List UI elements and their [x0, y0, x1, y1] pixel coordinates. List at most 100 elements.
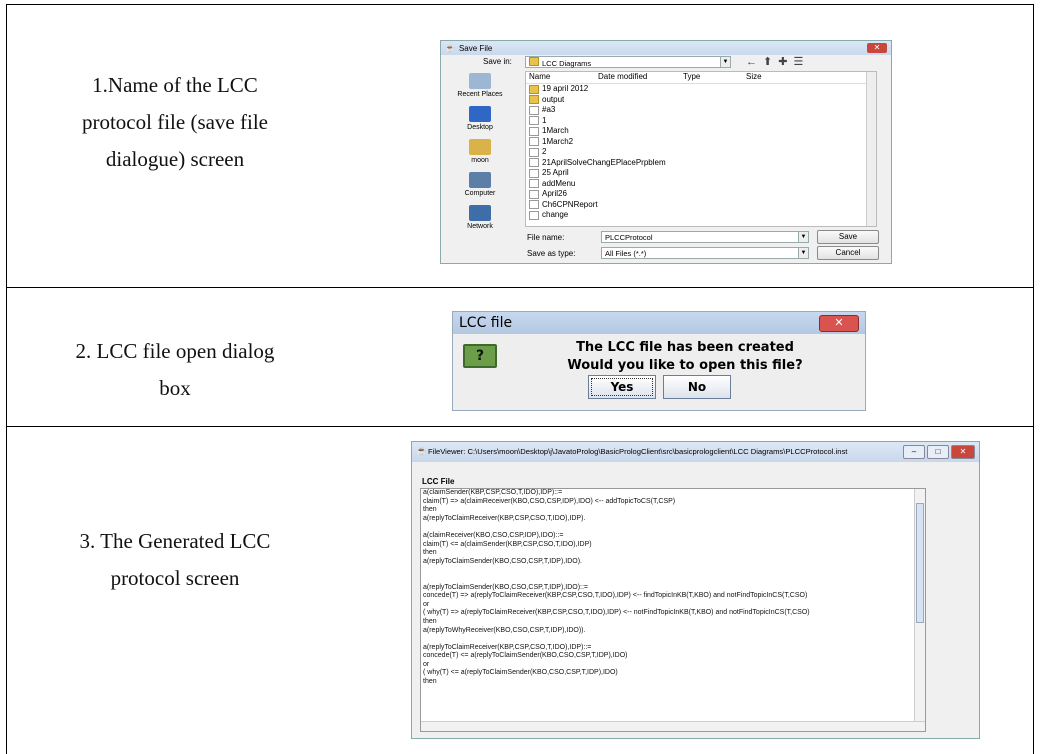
close-button[interactable]: ✕	[951, 445, 975, 459]
file-icon	[529, 137, 539, 147]
yes-button[interactable]: Yes	[588, 375, 656, 399]
save-in-select[interactable]: LCC Diagrams ▼	[525, 56, 731, 68]
file-list-item[interactable]: 1	[526, 116, 876, 127]
code-line: concede(T) => a(replyToClaimReceiver(KBP…	[423, 592, 808, 600]
java-icon: ☕	[445, 43, 455, 53]
file-icon	[529, 116, 539, 126]
scroll-thumb[interactable]	[916, 503, 924, 623]
file-list-item[interactable]: #a3	[526, 105, 876, 116]
file-viewer-window: FileViewer: C:\Users\moon\Desktop\j\Java…	[411, 441, 980, 739]
file-list-item[interactable]: output	[526, 95, 876, 106]
file-list-item[interactable]: 2	[526, 147, 876, 158]
lcc-file-dialog: LCC file ✕ ? The LCC file has been creat…	[452, 311, 866, 411]
row-divider	[7, 287, 1033, 288]
file-name: 25 April	[542, 168, 569, 177]
cancel-button[interactable]: Cancel	[817, 246, 879, 260]
file-list-item[interactable]: 19 april 2012	[526, 84, 876, 95]
code-textarea[interactable]: a(claimSender(KBP,CSP,CSO,T,IDO),IDP)::=…	[420, 488, 926, 732]
row2-description: 2. LCC file open dialog box	[30, 333, 320, 407]
chevron-down-icon: ▼	[798, 248, 808, 258]
file-icon	[529, 179, 539, 189]
folder-icon	[529, 95, 539, 105]
close-button[interactable]: ✕	[867, 43, 887, 53]
text-line: dialogue) screen	[105, 147, 245, 171]
row3-description: 3. The Generated LCC protocol screen	[30, 523, 320, 597]
file-icon	[529, 147, 539, 157]
file-name: 1March2	[542, 136, 574, 146]
toolbar-icons[interactable]: ←⬆✚☰	[746, 55, 809, 68]
code-line: claim(T) <= a(claimSender(KBP,CSP,CSO,T,…	[423, 540, 592, 548]
minimize-button[interactable]: –	[903, 445, 925, 459]
place-desktop[interactable]: Desktop	[445, 106, 515, 131]
file-name: 19 april 2012	[542, 84, 589, 93]
viewer-titlebar: FileViewer: C:\Users\moon\Desktop\j\Java…	[412, 442, 979, 462]
file-icon	[529, 105, 539, 115]
code-line: a(claimReceiver(KBO,CSO,CSP,IDP),IDO)::=	[423, 531, 564, 539]
code-line: then	[423, 506, 437, 514]
file-icon	[529, 168, 539, 178]
section-label: LCC File	[422, 477, 455, 486]
up-folder-icon[interactable]: ⬆	[763, 56, 778, 68]
file-list-item[interactable]: addMenu	[526, 179, 876, 190]
file-icon	[529, 210, 539, 220]
folder-icon	[529, 57, 539, 66]
chevron-down-icon: ▼	[720, 57, 730, 67]
file-name: Ch6CPNReport	[542, 199, 598, 209]
view-menu-icon[interactable]: ☰	[793, 56, 809, 68]
text-line: box	[159, 376, 191, 400]
code-line: concede(T) <= a(replyToClaimSender(KBO,C…	[423, 652, 628, 660]
save-in-value: LCC Diagrams	[542, 59, 592, 68]
column-type[interactable]: Type	[680, 72, 743, 83]
column-size[interactable]: Size	[743, 72, 806, 83]
file-list-item[interactable]: change	[526, 210, 876, 221]
save-as-type-select[interactable]: All Files (*.*) ▼	[601, 247, 809, 259]
horizontal-scrollbar[interactable]	[421, 721, 925, 731]
file-name: April26	[542, 189, 567, 198]
file-name-input[interactable]: PLCCProtocol ▼	[601, 231, 809, 243]
maximize-button[interactable]: □	[927, 445, 949, 459]
file-list-item[interactable]: April26	[526, 189, 876, 200]
code-line: a(replyToWhyReceiver(KBO,CSO,CSP,T,IDP),…	[423, 626, 586, 634]
file-icon	[529, 200, 539, 210]
save-button[interactable]: Save	[817, 230, 879, 244]
place-computer[interactable]: Computer	[445, 172, 515, 197]
file-list-item[interactable]: 25 April	[526, 168, 876, 179]
place-user[interactable]: moon	[445, 139, 515, 164]
code-line: or	[423, 600, 430, 608]
file-list-item[interactable]: Ch6CPNReport	[526, 200, 876, 211]
vertical-scrollbar[interactable]	[914, 489, 925, 731]
java-icon: ☕	[416, 446, 428, 456]
code-line: ( why(T) => a(replyToClaimReceiver(KBP,C…	[423, 609, 810, 617]
column-date[interactable]: Date modified	[595, 72, 680, 83]
file-name: 1	[542, 115, 547, 125]
close-icon: ✕	[873, 43, 881, 52]
code-line: then	[423, 678, 437, 686]
file-list[interactable]: Name Date modified Type Size 19 april 20…	[525, 71, 877, 227]
code-line: a(claimSender(KBP,CSP,CSO,T,IDO),IDP)::=	[423, 489, 563, 496]
file-list-item[interactable]: 1March2	[526, 137, 876, 148]
window-title: FileViewer: C:\Users\moon\Desktop\j\Java…	[428, 447, 848, 456]
place-network[interactable]: Network	[445, 205, 515, 230]
code-line: ( why(T) <= a(replyToClaimSender(KBO,CSO…	[423, 669, 618, 677]
close-button[interactable]: ✕	[819, 315, 859, 332]
no-button[interactable]: No	[663, 375, 731, 399]
popup-title: LCC file	[453, 312, 865, 334]
chevron-down-icon: ▼	[798, 232, 808, 242]
code-line: a(replyToClaimSender(KBO,CSO,CSP,T,IDP),…	[423, 557, 582, 565]
column-name[interactable]: Name	[526, 72, 595, 83]
back-icon[interactable]: ←	[746, 56, 763, 68]
file-name: 21AprilSolveChangEPlacePrpblem	[542, 157, 666, 167]
file-list-item[interactable]: 21AprilSolveChangEPlacePrpblem	[526, 158, 876, 169]
file-list-item[interactable]: 1March	[526, 126, 876, 137]
folder-icon	[529, 84, 539, 94]
code-line: a(replyToClaimReceiver(KBP,CSP,CSO,T,IDO…	[423, 643, 592, 651]
file-list-header: Name Date modified Type Size	[526, 72, 876, 84]
row1-description: 1.Name of the LCC protocol file (save fi…	[30, 67, 320, 178]
place-recent[interactable]: Recent Places	[445, 73, 515, 98]
file-icon	[529, 189, 539, 199]
file-list-scrollbar[interactable]	[866, 72, 876, 226]
file-name: #a3	[542, 105, 556, 114]
new-folder-icon[interactable]: ✚	[778, 56, 793, 68]
